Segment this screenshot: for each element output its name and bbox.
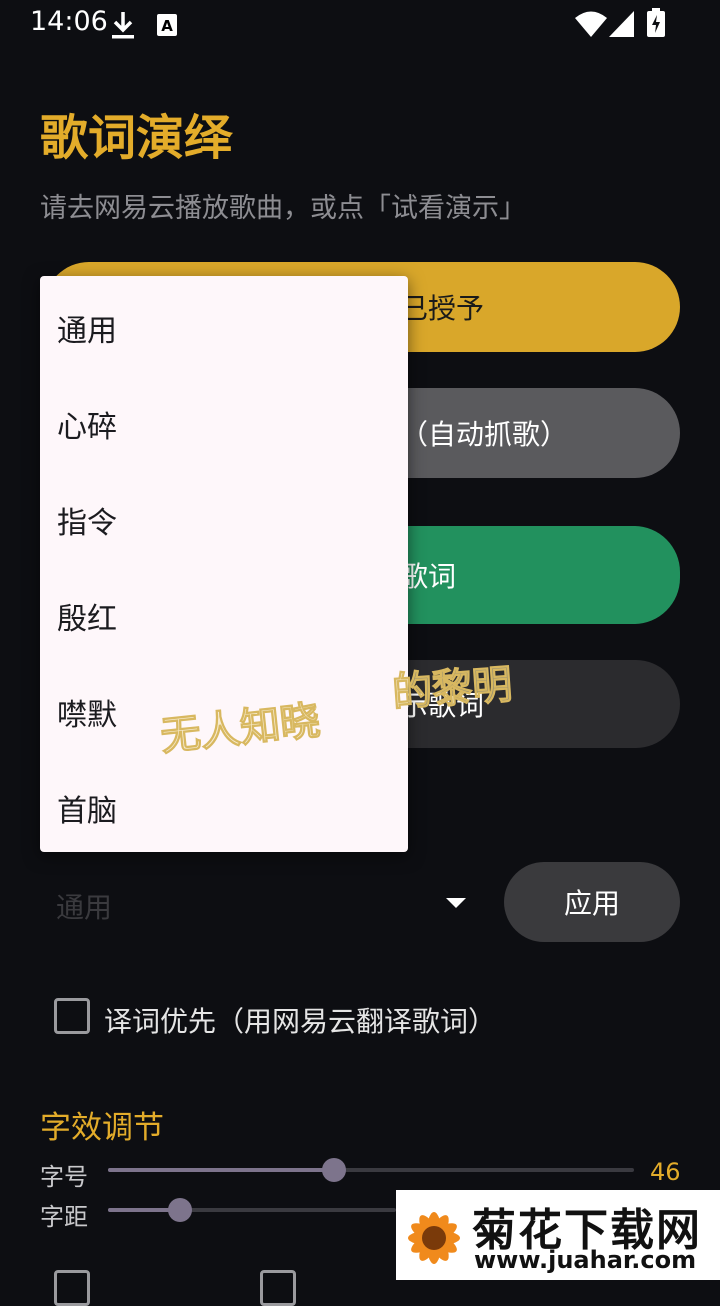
font-size-slider[interactable] — [108, 1158, 634, 1182]
logo-url-text: www.juahar.com — [474, 1246, 697, 1274]
lyric-overlay-part2: 的黎明 — [390, 661, 514, 717]
style-dropdown-value: 通用 — [56, 891, 113, 924]
lyrics-button-label: 歌词 — [400, 560, 457, 593]
menu-item-label: 通用 — [57, 314, 117, 349]
font-size-label: 字号 — [40, 1163, 88, 1191]
bottom-checkbox-2[interactable] — [260, 1270, 296, 1306]
menu-item[interactable]: 首脑 — [40, 756, 408, 852]
apply-button[interactable]: 应用 — [504, 862, 680, 942]
style-dropdown-menu: 通用 心碎 指令 殷红 噤默 首脑 — [40, 276, 408, 852]
page-subtitle: 请去网易云播放歌曲，或点「试看演示」 — [40, 193, 526, 224]
menu-item[interactable]: 心碎 — [40, 372, 408, 468]
keyboard-a-icon: A — [156, 13, 178, 41]
lyric-overlay-part1: 无人知晓 — [158, 697, 323, 761]
menu-item[interactable]: 殷红 — [40, 564, 408, 660]
auto-grab-button-label: （自动抓歌） — [400, 418, 569, 451]
apply-button-label: 应用 — [564, 887, 621, 920]
flower-icon — [408, 1212, 460, 1264]
status-time: 14:06 — [30, 6, 108, 37]
translation-priority-label: 译词优先（用网易云翻译歌词） — [104, 1005, 497, 1038]
font-size-slider-thumb[interactable] — [322, 1158, 347, 1182]
signal-icon — [608, 10, 636, 42]
font-size-slider-fill — [108, 1168, 335, 1172]
menu-item[interactable]: 指令 — [40, 468, 408, 564]
menu-item-label: 指令 — [57, 506, 117, 541]
menu-item-label: 首脑 — [57, 794, 117, 829]
site-logo: 菊花下载网 www.juahar.com — [396, 1190, 720, 1280]
letter-spacing-label: 字距 — [40, 1203, 88, 1231]
letter-spacing-slider-thumb[interactable] — [168, 1198, 192, 1222]
letter-spacing-slider[interactable] — [108, 1198, 396, 1222]
battery-charging-icon — [646, 8, 666, 42]
menu-item-label: 心碎 — [57, 410, 117, 445]
font-size-value: 46 — [650, 1158, 681, 1186]
style-dropdown[interactable]: 通用 — [40, 866, 480, 942]
svg-text:A: A — [161, 17, 173, 35]
permission-button-label: 已授予 — [400, 292, 485, 325]
menu-item-label: 殷红 — [57, 602, 117, 637]
download-icon — [110, 10, 136, 44]
bottom-checkbox-1[interactable] — [54, 1270, 90, 1306]
wifi-icon — [574, 10, 608, 42]
status-bar: 14:06 A — [0, 0, 720, 50]
dropdown-arrow-icon — [446, 898, 466, 908]
menu-item[interactable]: 通用 — [40, 276, 408, 372]
translation-priority-checkbox[interactable] — [54, 998, 90, 1034]
page-title: 歌词演绎 — [40, 110, 233, 166]
font-adjust-title: 字效调节 — [40, 1110, 164, 1146]
menu-item-label: 噤默 — [57, 698, 117, 733]
lyric-overlay: 无人知晓 的黎明 — [158, 660, 560, 761]
